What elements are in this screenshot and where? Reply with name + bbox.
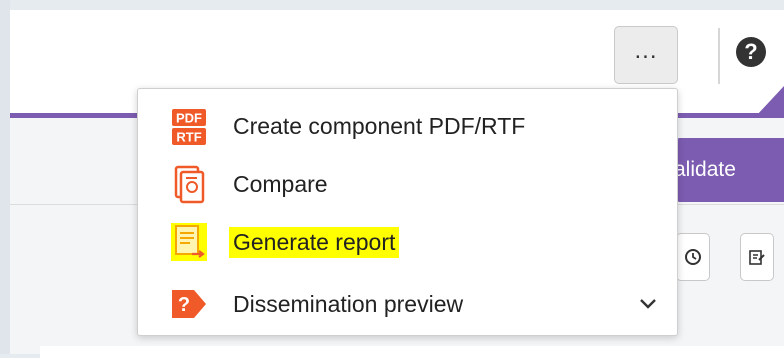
dissemination-icon-text: ? xyxy=(178,294,190,316)
menu-item-create-pdf-rtf[interactable]: PDF RTF Create component PDF/RTF xyxy=(138,97,679,155)
validate-button-label: alidate xyxy=(674,158,736,181)
more-options-menu: PDF RTF Create component PDF/RTF Compare… xyxy=(137,88,678,336)
validate-button[interactable]: alidate xyxy=(674,138,784,202)
toolbar-divider xyxy=(718,28,720,84)
chevron-down-icon[interactable] xyxy=(638,297,658,311)
menu-item-label: Create component PDF/RTF xyxy=(233,112,526,139)
pdf-rtf-icon: PDF RTF xyxy=(172,109,206,145)
dissemination-icon: ? xyxy=(172,290,206,318)
compare-icon xyxy=(174,165,205,204)
menu-item-dissemination-preview[interactable]: ? Dissemination preview xyxy=(138,275,679,333)
report-icon xyxy=(171,223,207,261)
edit-icon xyxy=(749,250,765,265)
help-icon[interactable]: ? xyxy=(736,37,766,67)
more-dots-label: ... xyxy=(634,37,658,64)
menu-item-label: Compare xyxy=(233,170,328,197)
menu-item-label: Generate report xyxy=(229,226,400,258)
clock-icon xyxy=(685,249,701,265)
pdf-icon-text: PDF xyxy=(176,111,202,126)
menu-item-generate-report[interactable]: Generate report xyxy=(138,213,679,271)
rtf-icon-text: RTF xyxy=(176,130,201,145)
help-icon-glyph: ? xyxy=(744,39,758,64)
menu-item-compare[interactable]: Compare xyxy=(138,155,679,213)
menu-item-label: Dissemination preview xyxy=(233,290,464,317)
active-tab-marker xyxy=(756,86,784,116)
edit-button[interactable] xyxy=(740,233,774,281)
history-button[interactable] xyxy=(676,233,710,281)
content-panel xyxy=(40,346,784,358)
more-options-button[interactable]: ... xyxy=(614,26,678,84)
page-frame xyxy=(0,0,10,354)
